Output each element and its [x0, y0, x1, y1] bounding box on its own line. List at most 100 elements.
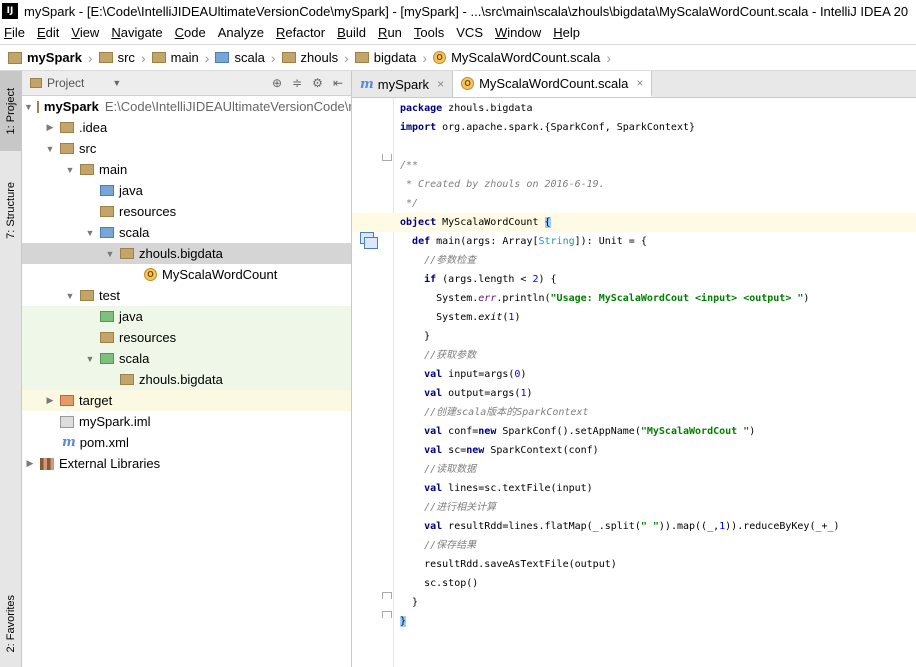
- tree-node-root[interactable]: ▼ mySpark E:\Code\IntelliJIDEAUltimateVe…: [22, 96, 351, 117]
- tree-node-target[interactable]: ▶ target: [22, 390, 351, 411]
- code-line-current: object MyScalaWordCount {: [352, 213, 916, 232]
- menu-view[interactable]: View: [71, 25, 99, 40]
- project-view-selector[interactable]: Project: [47, 76, 84, 90]
- menu-analyze[interactable]: Analyze: [218, 25, 264, 40]
- locate-icon[interactable]: ⊕: [272, 76, 282, 90]
- tree-node-test-package[interactable]: zhouls.bigdata: [22, 369, 351, 390]
- menu-code[interactable]: Code: [175, 25, 206, 40]
- source-folder-icon: [100, 185, 114, 196]
- menu-build[interactable]: Build: [337, 25, 366, 40]
- menu-navigate[interactable]: Navigate: [111, 25, 162, 40]
- hide-panel-icon[interactable]: ⇤: [333, 76, 343, 90]
- fold-marker-icon[interactable]: [382, 611, 392, 618]
- breadcrumb-file[interactable]: O MyScalaWordCount.scala ›: [433, 50, 611, 66]
- breadcrumb-scala[interactable]: scala ›: [215, 50, 276, 66]
- project-view-icon: [30, 78, 42, 88]
- code-line: */: [400, 198, 419, 209]
- folder-icon: [151, 52, 166, 63]
- tree-node-resources[interactable]: resources: [22, 201, 351, 222]
- menu-help[interactable]: Help: [553, 25, 580, 40]
- code-line: //获取参数: [424, 350, 477, 361]
- tree-node-package[interactable]: ▼ zhouls.bigdata: [22, 243, 351, 264]
- code-line: //创建scala版本的SparkContext: [424, 407, 589, 418]
- menu-vcs[interactable]: VCS: [456, 25, 483, 40]
- chevron-down-icon[interactable]: ▼: [84, 354, 96, 364]
- chevron-down-icon[interactable]: ▼: [44, 144, 56, 154]
- menu-refactor[interactable]: Refactor: [276, 25, 325, 40]
- tree-node-test[interactable]: ▼ test: [22, 285, 351, 306]
- excluded-folder-icon: [60, 395, 74, 406]
- folder-icon: [80, 164, 94, 175]
- breadcrumb-main[interactable]: main ›: [151, 50, 209, 66]
- chevron-down-icon[interactable]: ▼: [104, 249, 116, 259]
- code-line: if (args.length < 2) {: [424, 274, 557, 285]
- run-main-icon-shadow: [364, 237, 378, 249]
- tab-myscalawordcount[interactable]: O MyScalaWordCount.scala ×: [453, 71, 653, 97]
- tree-node-main[interactable]: ▼ main: [22, 159, 351, 180]
- object-icon: O: [461, 76, 475, 90]
- tree-node-scala[interactable]: ▼ scala: [22, 222, 351, 243]
- chevron-down-icon[interactable]: ▼: [24, 102, 33, 112]
- project-tree: ▼ mySpark E:\Code\IntelliJIDEAUltimateVe…: [22, 96, 351, 474]
- object-icon: O: [433, 51, 447, 64]
- fold-marker-icon[interactable]: [382, 592, 392, 599]
- chevron-right-icon[interactable]: ▶: [24, 458, 36, 469]
- chevron-right-icon[interactable]: ▶: [44, 122, 56, 133]
- intellij-logo-icon: IJ: [2, 3, 18, 19]
- close-icon[interactable]: ×: [636, 76, 643, 90]
- editor-gutter: [352, 98, 394, 667]
- tab-myspark[interactable]: m mySpark ×: [352, 71, 454, 97]
- chevron-down-icon[interactable]: ▼: [84, 228, 96, 238]
- tree-node-iml[interactable]: mySpark.iml: [22, 411, 351, 432]
- breadcrumb-zhouls[interactable]: zhouls ›: [281, 50, 349, 66]
- code-line: val output=args(1): [424, 388, 533, 399]
- menu-edit[interactable]: Edit: [37, 25, 59, 40]
- chevron-down-icon[interactable]: ▼: [112, 78, 121, 88]
- menu-file[interactable]: File: [4, 25, 25, 40]
- chevron-down-icon[interactable]: ▼: [64, 165, 76, 175]
- project-folder-icon: [36, 100, 39, 113]
- breadcrumb-project[interactable]: mySpark ›: [8, 50, 93, 66]
- breadcrumb: mySpark › src › main › scala › zhouls › bigda…: [0, 44, 916, 71]
- folder-icon: [60, 143, 74, 154]
- test-folder-icon: [100, 353, 114, 364]
- tree-node-src[interactable]: ▼ src: [22, 138, 351, 159]
- tree-node-java[interactable]: java: [22, 180, 351, 201]
- window-title: mySpark - [E:\Code\IntelliJIDEAUltimateV…: [24, 3, 909, 19]
- gear-icon[interactable]: ⚙: [312, 76, 323, 90]
- menu-tools[interactable]: Tools: [414, 25, 444, 40]
- code-area[interactable]: package zhouls.bigdata import org.apache…: [352, 99, 916, 631]
- code-line: //进行相关计算: [424, 502, 497, 513]
- tree-node-class[interactable]: O MyScalaWordCount: [22, 264, 351, 285]
- breadcrumb-src[interactable]: src ›: [98, 50, 146, 66]
- code-line: }: [400, 616, 407, 627]
- tree-node-test-resources[interactable]: resources: [22, 327, 351, 348]
- chevron-down-icon[interactable]: ▼: [64, 291, 76, 301]
- package-icon: [354, 52, 369, 63]
- collapse-all-icon[interactable]: ≑: [292, 76, 302, 90]
- tree-node-idea[interactable]: ▶ .idea: [22, 117, 351, 138]
- chevron-right-icon[interactable]: ▶: [44, 395, 56, 406]
- menu-window[interactable]: Window: [495, 25, 541, 40]
- project-panel: Project ▼ ⊕ ≑ ⚙ ⇤ ▼ mySpark E:\Code\Inte…: [22, 71, 352, 667]
- menu-run[interactable]: Run: [378, 25, 402, 40]
- package-icon: [120, 248, 134, 259]
- tab-structure-tool[interactable]: 7: Structure: [0, 167, 22, 253]
- menu-bar: File Edit View Navigate Code Analyze Ref…: [0, 22, 916, 43]
- code-line: //保存结果: [424, 540, 477, 551]
- code-line: System.exit(1): [436, 312, 521, 323]
- library-icon: [40, 457, 54, 470]
- tree-node-external-libraries[interactable]: ▶ External Libraries: [22, 453, 351, 474]
- tree-node-test-scala[interactable]: ▼ scala: [22, 348, 351, 369]
- resources-folder-icon: [100, 206, 114, 217]
- fold-marker-icon[interactable]: [382, 154, 392, 161]
- tab-favorites-tool[interactable]: 2: Favorites: [0, 581, 22, 667]
- close-icon[interactable]: ×: [437, 77, 444, 91]
- editor-tab-bar: m mySpark × O MyScalaWordCount.scala ×: [352, 71, 916, 98]
- tab-project-tool[interactable]: 1: Project: [0, 71, 22, 151]
- breadcrumb-bigdata[interactable]: bigdata ›: [354, 50, 427, 66]
- tree-node-test-java[interactable]: java: [22, 306, 351, 327]
- maven-icon: m: [62, 435, 76, 450]
- tree-node-pom[interactable]: m pom.xml: [22, 432, 351, 453]
